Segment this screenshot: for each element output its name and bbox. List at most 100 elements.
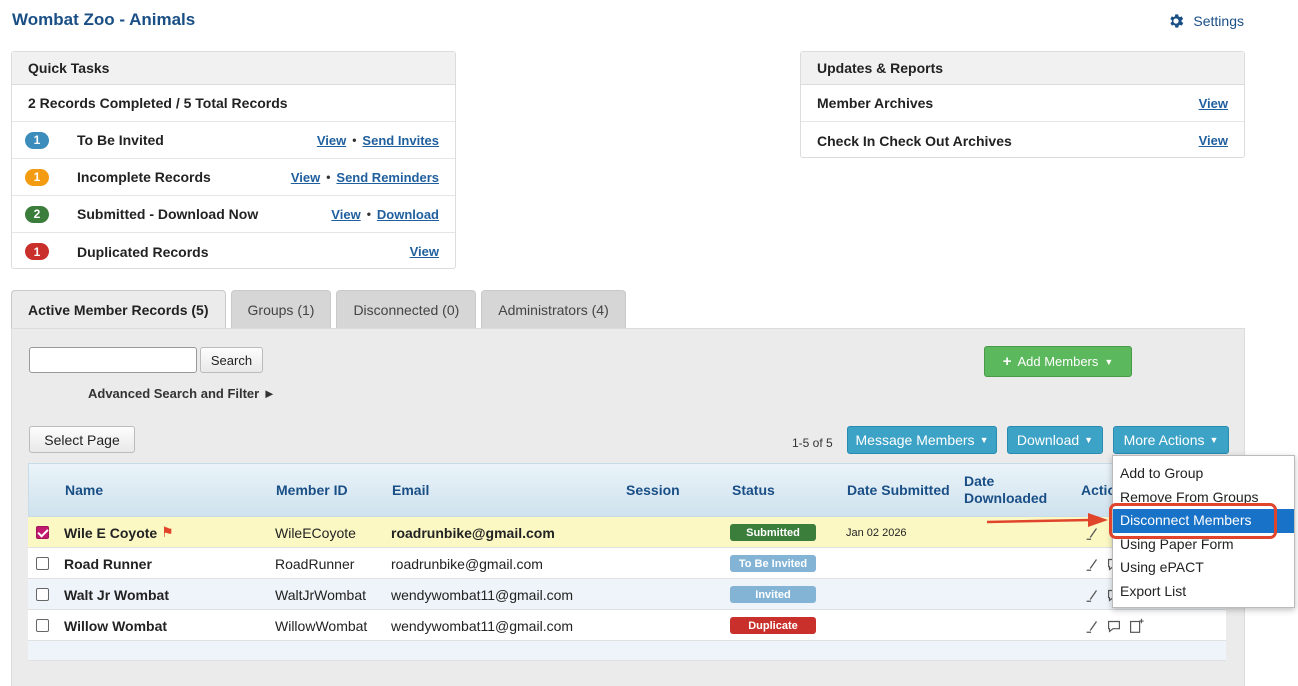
col-session[interactable]: Session	[626, 482, 680, 498]
status-badge: To Be Invited	[730, 555, 816, 572]
view-incomplete-link[interactable]: View	[291, 170, 320, 185]
member-email: roadrunbike@gmail.com	[391, 555, 543, 572]
tab-administrators[interactable]: Administrators (4)	[481, 290, 626, 328]
records-content: Search Advanced Search and Filter ► + Ad…	[11, 328, 1245, 686]
task-label: Incomplete Records	[77, 169, 211, 185]
member-name[interactable]: Walt Jr Wombat	[64, 579, 169, 610]
member-name[interactable]: Road Runner	[64, 548, 152, 579]
caret-down-icon: ▼	[1209, 435, 1219, 445]
record-tabs: Active Member Records (5) Groups (1) Dis…	[11, 290, 626, 329]
table-row	[28, 641, 1226, 661]
status-badge: Duplicate	[730, 617, 816, 634]
pager-count: 1-5 of 5	[792, 436, 833, 450]
settings-label: Settings	[1193, 13, 1244, 29]
member-archives-view-link[interactable]: View	[1199, 96, 1228, 111]
menu-item-using-epact[interactable]: Using ePACT	[1113, 556, 1294, 580]
flag-icon: ⚑	[161, 524, 174, 540]
caret-down-icon: ▼	[1104, 356, 1114, 367]
edit-icon[interactable]	[1083, 617, 1101, 635]
quick-tasks-panel: Quick Tasks 2 Records Completed / 5 Tota…	[11, 51, 456, 269]
view-duplicated-link[interactable]: View	[410, 244, 439, 259]
records-summary: 2 Records Completed / 5 Total Records	[12, 85, 455, 122]
row-checkbox[interactable]	[36, 557, 49, 570]
task-label: Submitted - Download Now	[77, 206, 259, 222]
send-reminders-link[interactable]: Send Reminders	[336, 170, 439, 185]
add-members-button[interactable]: + Add Members ▼	[984, 346, 1132, 377]
message-members-label: Message Members	[855, 432, 975, 448]
row-checkbox[interactable]	[36, 588, 49, 601]
member-id: WillowWombat	[275, 617, 368, 634]
date-submitted: Jan 02 2026	[846, 526, 907, 539]
task-row-duplicated: 1 Duplicated Records View	[12, 233, 455, 270]
search-button[interactable]: Search	[200, 347, 263, 373]
report-row: Check In Check Out Archives View	[801, 122, 1244, 159]
member-name-text: Wile E Coyote	[64, 524, 158, 541]
gear-icon	[1170, 14, 1184, 28]
col-date-submitted[interactable]: Date Submitted	[847, 482, 950, 498]
count-badge: 1	[25, 131, 49, 149]
task-row-to-be-invited: 1 To Be Invited View • Send Invites	[12, 122, 455, 159]
download-link[interactable]: Download	[377, 207, 439, 222]
member-email: roadrunbike@gmail.com	[391, 524, 555, 541]
task-row-incomplete: 1 Incomplete Records View • Send Reminders	[12, 159, 455, 196]
caret-down-icon: ▼	[1084, 435, 1094, 445]
annotation-highlight-box	[1109, 503, 1277, 539]
row-checkbox[interactable]	[36, 619, 49, 632]
edit-icon[interactable]	[1083, 586, 1101, 604]
more-actions-label: More Actions	[1123, 432, 1205, 448]
send-invites-link[interactable]: Send Invites	[362, 133, 439, 148]
menu-item-add-to-group[interactable]: Add to Group	[1113, 462, 1294, 486]
more-actions-button[interactable]: More Actions ▼	[1113, 426, 1229, 454]
col-status[interactable]: Status	[732, 482, 775, 498]
col-date-downloaded[interactable]: Date Downloaded	[964, 473, 1054, 507]
member-email: wendywombat11@gmail.com	[391, 586, 574, 603]
members-table: Name Member ID Email Session Status Date…	[28, 463, 1226, 661]
tab-disconnected[interactable]: Disconnected (0)	[336, 290, 477, 328]
col-email[interactable]: Email	[392, 482, 429, 498]
annotation-arrow-icon	[986, 513, 1108, 527]
task-row-submitted: 2 Submitted - Download Now View • Download	[12, 196, 455, 233]
checkin-archives-view-link[interactable]: View	[1199, 133, 1228, 148]
tab-active-member-records[interactable]: Active Member Records (5)	[11, 290, 226, 329]
member-id: WaltJrWombat	[275, 586, 367, 603]
view-to-be-invited-link[interactable]: View	[317, 133, 346, 148]
updates-reports-title: Updates & Reports	[801, 52, 1244, 85]
page-title: Wombat Zoo - Animals	[12, 10, 196, 29]
member-id: WileECoyote	[275, 524, 356, 541]
document-add-icon[interactable]	[1127, 617, 1145, 635]
col-name[interactable]: Name	[65, 482, 103, 498]
member-name[interactable]: Wile E Coyote ⚑	[64, 517, 174, 548]
quick-tasks-title: Quick Tasks	[12, 52, 455, 85]
edit-icon[interactable]	[1083, 555, 1101, 573]
status-badge: Invited	[730, 586, 816, 603]
tab-groups[interactable]: Groups (1)	[230, 290, 332, 328]
updates-reports-panel: Updates & Reports Member Archives View C…	[800, 51, 1245, 158]
status-badge: Submitted	[730, 524, 816, 541]
col-member-id[interactable]: Member ID	[276, 482, 348, 498]
task-label: To Be Invited	[77, 132, 164, 148]
download-button[interactable]: Download ▼	[1007, 426, 1103, 454]
select-page-button[interactable]: Select Page	[29, 426, 135, 453]
member-id: RoadRunner	[275, 555, 355, 572]
count-badge: 1	[25, 168, 49, 186]
message-members-button[interactable]: Message Members ▼	[847, 426, 997, 454]
menu-item-export-list[interactable]: Export List	[1113, 580, 1294, 604]
view-submitted-link[interactable]: View	[331, 207, 360, 222]
member-name[interactable]: Willow Wombat	[64, 610, 167, 641]
task-label: Duplicated Records	[77, 243, 209, 260]
row-checkbox[interactable]	[36, 526, 49, 539]
member-email: wendywombat11@gmail.com	[391, 617, 574, 634]
col-actions: Actio	[1081, 482, 1116, 498]
count-badge: 1	[25, 243, 49, 260]
table-row: Walt Jr Wombat WaltJrWombat wendywombat1…	[28, 579, 1226, 610]
records-summary-text: 2 Records Completed / 5 Total Records	[28, 95, 288, 111]
table-row: Road Runner RoadRunner roadrunbike@gmail…	[28, 548, 1226, 579]
caret-down-icon: ▼	[979, 435, 989, 445]
search-input[interactable]	[29, 347, 197, 373]
comment-icon[interactable]	[1105, 617, 1123, 635]
download-label: Download	[1016, 432, 1080, 448]
advanced-search-toggle[interactable]: Advanced Search and Filter ►	[88, 386, 276, 401]
report-label: Member Archives	[817, 95, 934, 111]
count-badge: 2	[25, 205, 49, 223]
settings-link[interactable]: Settings	[1167, 12, 1244, 30]
